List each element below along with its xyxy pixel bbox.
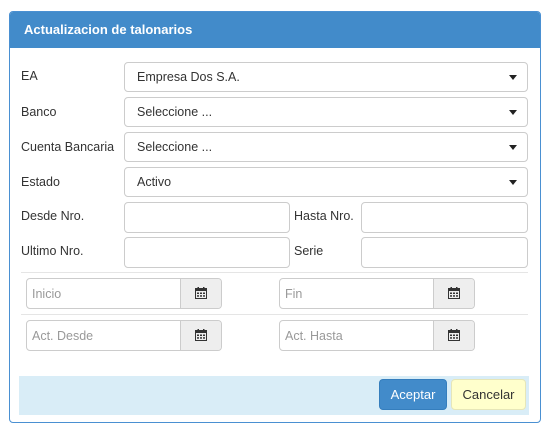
- calendar-icon: [448, 329, 460, 341]
- inicio-date-group: [26, 278, 222, 309]
- estado-label: Estado: [21, 175, 60, 189]
- act-hasta-calendar-button[interactable]: [433, 321, 474, 350]
- ea-select-value: Empresa Dos S.A.: [137, 70, 240, 84]
- estado-select[interactable]: Activo: [124, 167, 528, 197]
- ultimo-nro-label: Ultimo Nro.: [21, 244, 84, 258]
- desde-nro-label: Desde Nro.: [21, 209, 85, 223]
- calendar-icon: [195, 287, 207, 299]
- divider: [21, 314, 528, 315]
- banco-select-value: Seleccione ...: [137, 105, 213, 119]
- banco-select[interactable]: Seleccione ...: [124, 97, 528, 127]
- ea-select[interactable]: Empresa Dos S.A.: [124, 62, 528, 92]
- calendar-icon: [195, 329, 207, 341]
- cuenta-bancaria-select-value: Seleccione ...: [137, 140, 213, 154]
- act-desde-date-input[interactable]: [27, 321, 181, 350]
- ultimo-nro-input[interactable]: [124, 237, 290, 268]
- caret-down-icon: [509, 110, 517, 115]
- serie-label: Serie: [294, 244, 324, 258]
- fin-date-group: [279, 278, 475, 309]
- desde-nro-input[interactable]: [124, 202, 290, 233]
- hasta-nro-label: Hasta Nro.: [294, 209, 354, 223]
- inicio-date-input[interactable]: [27, 279, 181, 308]
- caret-down-icon: [509, 75, 517, 80]
- cuenta-bancaria-label: Cuenta Bancaria: [21, 140, 115, 154]
- divider: [21, 272, 528, 273]
- dialog-title: Actualizacion de talonarios: [10, 12, 540, 48]
- serie-input[interactable]: [361, 237, 528, 268]
- fin-date-input[interactable]: [280, 279, 434, 308]
- estado-select-value: Activo: [137, 175, 172, 189]
- cancel-button[interactable]: Cancelar: [451, 379, 526, 410]
- cuenta-bancaria-select[interactable]: Seleccione ...: [124, 132, 528, 162]
- act-hasta-date-group: [279, 320, 475, 351]
- act-desde-date-group: [26, 320, 222, 351]
- inicio-calendar-button[interactable]: [180, 279, 221, 308]
- caret-down-icon: [509, 145, 517, 150]
- ea-label: EA: [21, 69, 38, 83]
- act-desde-calendar-button[interactable]: [180, 321, 221, 350]
- fin-calendar-button[interactable]: [433, 279, 474, 308]
- caret-down-icon: [509, 180, 517, 185]
- calendar-icon: [448, 287, 460, 299]
- hasta-nro-input[interactable]: [361, 202, 528, 233]
- act-hasta-date-input[interactable]: [280, 321, 434, 350]
- accept-button[interactable]: Aceptar: [379, 379, 447, 410]
- banco-label: Banco: [21, 105, 57, 119]
